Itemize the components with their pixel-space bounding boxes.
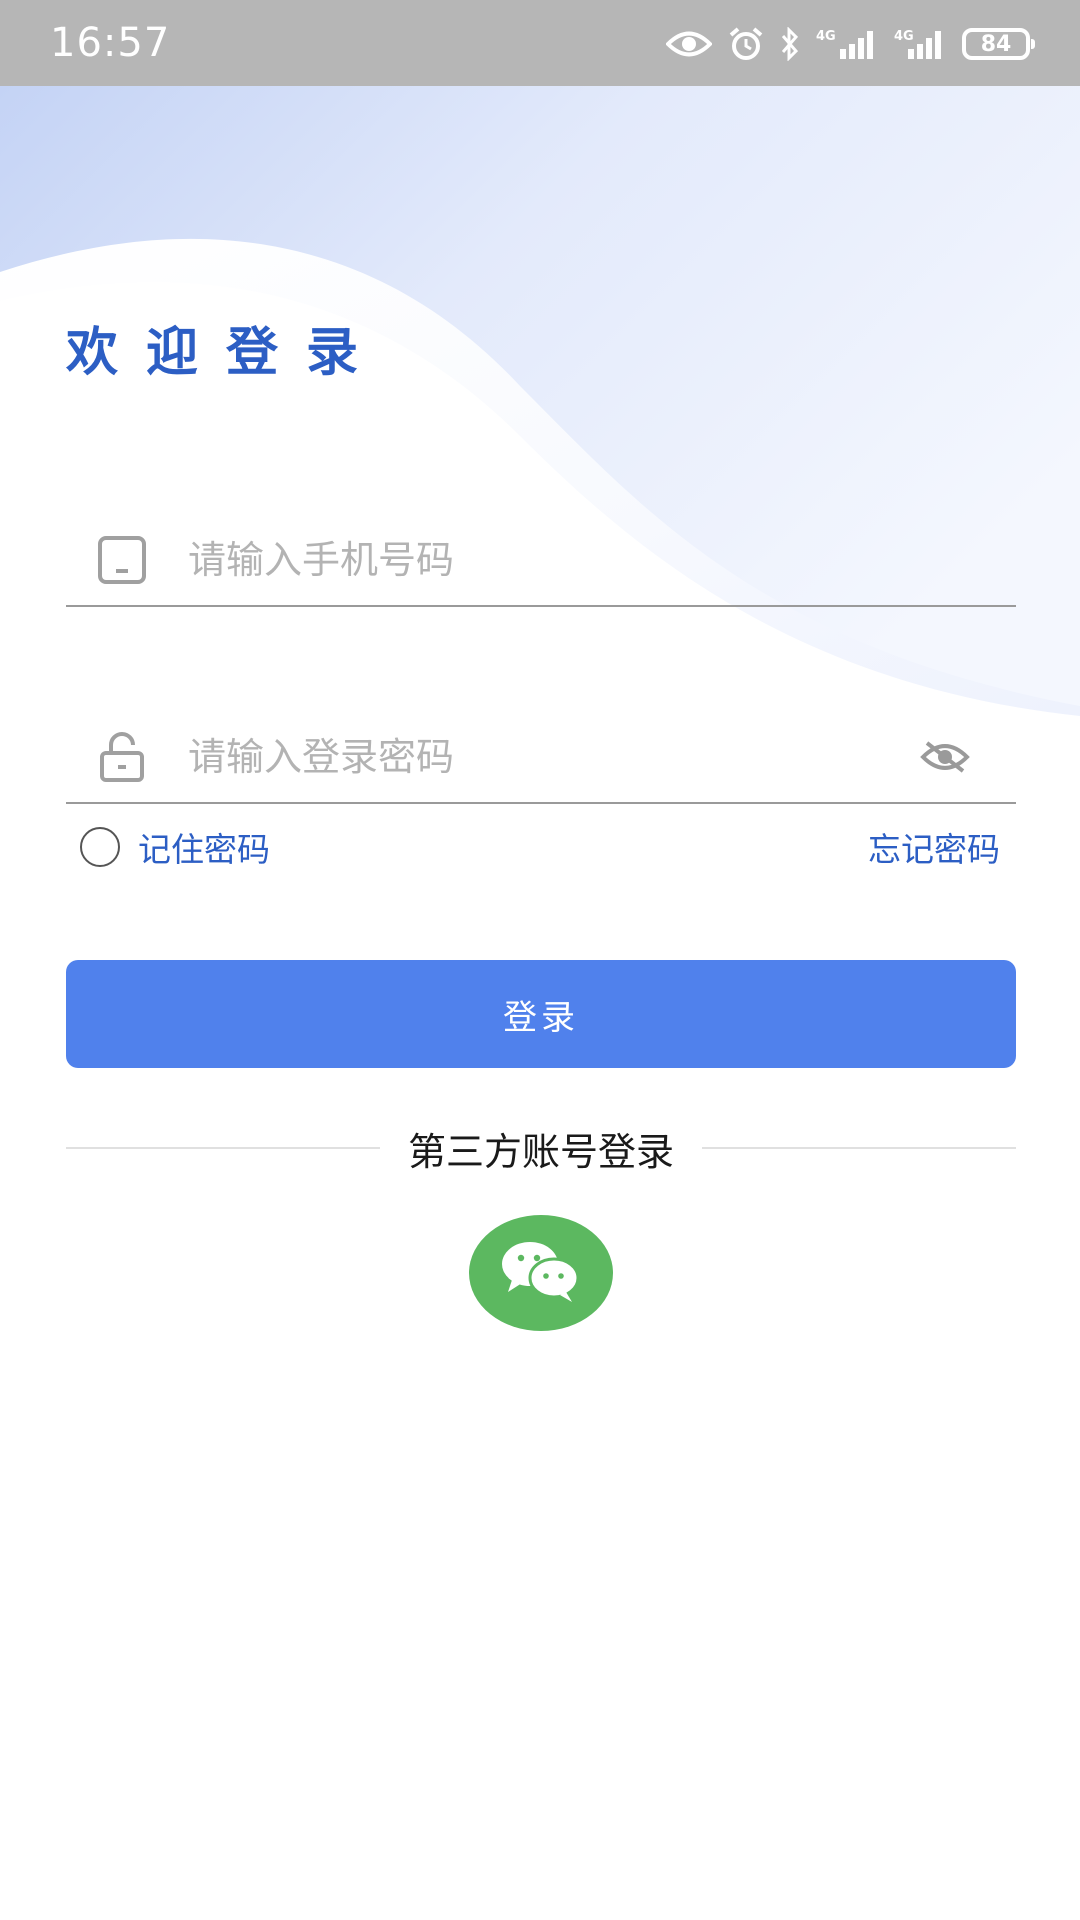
alarm-icon: [728, 26, 764, 62]
header-background: [0, 86, 1080, 716]
status-bar: 16:57 4G 4G 84: [0, 0, 1080, 86]
divider-line-left: [66, 1147, 380, 1149]
eye-off-icon[interactable]: [918, 737, 972, 777]
svg-text:4G: 4G: [894, 29, 914, 44]
remember-label: 记住密码: [138, 830, 270, 869]
third-party-divider: 第三方账号登录: [66, 1120, 1017, 1176]
wechat-login-button[interactable]: [469, 1215, 613, 1331]
status-time: 16:57: [50, 20, 171, 66]
phone-input[interactable]: [186, 529, 1016, 591]
lock-icon: [96, 731, 148, 783]
remember-password-toggle[interactable]: 记住密码: [80, 823, 270, 871]
password-field: [66, 712, 1016, 804]
eye-icon: [666, 29, 712, 59]
phone-field: [66, 515, 1016, 607]
status-icons: 4G 4G 84: [666, 22, 1035, 66]
svg-text:4G: 4G: [816, 29, 836, 44]
wechat-icon: [498, 1238, 584, 1308]
signal-4g-icon: 4G: [894, 27, 946, 61]
divider-line-right: [702, 1147, 1017, 1149]
battery-indicator: 84: [962, 28, 1035, 60]
bluetooth-icon: [780, 27, 800, 61]
login-screen: 16:57 4G 4G 84 欢迎登录 请输入手机号码 记住密码 忘记密码 登录…: [0, 0, 1080, 1920]
forgot-password-link[interactable]: 忘记密码: [868, 823, 1000, 871]
options-row: 记住密码 忘记密码: [66, 822, 1016, 872]
login-button[interactable]: 登录: [66, 960, 1016, 1068]
signal-4g-icon: 4G: [816, 27, 878, 61]
remember-radio[interactable]: [80, 827, 120, 867]
password-input[interactable]: [186, 726, 918, 788]
page-title: 欢迎登录: [66, 323, 387, 383]
third-party-label: 第三方账号登录: [408, 1129, 675, 1174]
phone-icon: [96, 534, 148, 586]
